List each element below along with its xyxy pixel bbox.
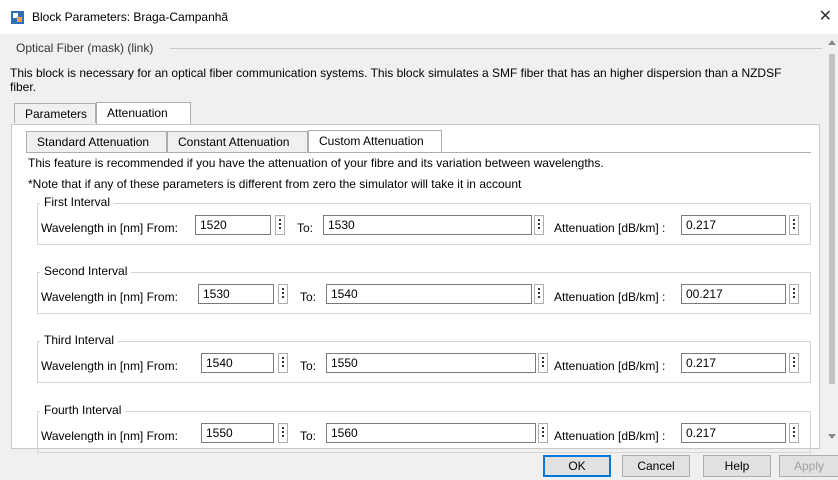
- from-label: Wavelength in [nm] From:: [41, 429, 178, 443]
- more-options-icon[interactable]: [278, 423, 288, 443]
- help-button[interactable]: Help: [703, 455, 771, 477]
- more-options-icon[interactable]: [789, 284, 799, 304]
- more-options-icon[interactable]: [789, 423, 799, 443]
- more-options-icon[interactable]: [789, 353, 799, 373]
- interval-title: First Interval: [40, 195, 115, 209]
- to-label: To:: [300, 359, 317, 373]
- attenuation-input[interactable]: 0.217: [681, 215, 786, 235]
- from-input[interactable]: 1520: [195, 215, 271, 235]
- to-label: To:: [300, 290, 317, 304]
- cancel-button[interactable]: Cancel: [622, 455, 690, 477]
- from-input[interactable]: 1530: [198, 284, 274, 304]
- from-input[interactable]: 1540: [201, 353, 274, 373]
- more-options-icon[interactable]: [278, 284, 288, 304]
- scroll-down-icon[interactable]: [828, 434, 836, 439]
- interval-title: Third Interval: [40, 333, 119, 347]
- more-options-icon[interactable]: [789, 215, 799, 235]
- mask-description: This block is necessary for an optical f…: [10, 66, 782, 94]
- interval-group-second: Second Interval Wavelength in [nm] From:…: [37, 264, 811, 314]
- tab-attenuation[interactable]: Attenuation: [96, 102, 191, 124]
- subtab-constant-attenuation[interactable]: Constant Attenuation: [167, 131, 308, 152]
- attenuation-label: Attenuation [dB/km] :: [554, 359, 666, 373]
- attenuation-label: Attenuation [dB/km] :: [554, 221, 666, 235]
- more-options-icon[interactable]: [534, 284, 544, 304]
- from-label: Wavelength in [nm] From:: [41, 221, 178, 235]
- to-input[interactable]: 1530: [323, 215, 532, 235]
- to-input[interactable]: 1560: [326, 423, 536, 443]
- close-icon[interactable]: ✕: [819, 6, 832, 26]
- attenuation-panel: Standard Attenuation Constant Attenuatio…: [11, 124, 820, 453]
- to-input[interactable]: 1550: [326, 353, 536, 373]
- from-label: Wavelength in [nm] From:: [41, 290, 178, 304]
- mask-title: Optical Fiber (mask) (link): [16, 41, 154, 55]
- interval-title: Fourth Interval: [40, 403, 126, 417]
- title-bar: Block Parameters: Braga-Campanhã ✕: [0, 0, 838, 34]
- ok-button[interactable]: OK: [543, 455, 611, 477]
- interval-group-first: First Interval Wavelength in [nm] From: …: [37, 195, 811, 245]
- from-label: Wavelength in [nm] From:: [41, 359, 178, 373]
- more-options-icon[interactable]: [538, 353, 548, 373]
- more-options-icon[interactable]: [275, 215, 285, 235]
- attenuation-label: Attenuation [dB/km] :: [554, 290, 666, 304]
- subtab-standard-attenuation[interactable]: Standard Attenuation: [26, 131, 167, 152]
- note-text: *Note that if any of these parameters is…: [28, 177, 522, 191]
- info-text: This feature is recommended if you have …: [28, 156, 604, 170]
- to-input[interactable]: 1540: [326, 284, 532, 304]
- interval-group-fourth: Fourth Interval Wavelength in [nm] From:…: [37, 403, 811, 453]
- custom-attenuation-panel: This feature is recommended if you have …: [26, 152, 811, 453]
- mask-divider: [170, 48, 822, 49]
- window-title: Block Parameters: Braga-Campanhã: [32, 10, 229, 24]
- vertical-scrollbar[interactable]: [826, 34, 838, 444]
- from-input[interactable]: 1550: [201, 423, 274, 443]
- tab-parameters[interactable]: Parameters: [14, 103, 96, 123]
- subtab-custom-attenuation[interactable]: Custom Attenuation: [308, 130, 442, 153]
- interval-group-third: Third Interval Wavelength in [nm] From: …: [37, 333, 811, 383]
- attenuation-input[interactable]: 0.217: [681, 353, 786, 373]
- attenuation-input[interactable]: 00.217: [681, 284, 786, 304]
- attenuation-input[interactable]: 0.217: [681, 423, 786, 443]
- to-label: To:: [300, 429, 317, 443]
- more-options-icon[interactable]: [278, 353, 288, 373]
- more-options-icon[interactable]: [538, 423, 548, 443]
- apply-button[interactable]: Apply: [779, 455, 838, 477]
- simulink-block-icon: [11, 11, 24, 24]
- scroll-up-icon[interactable]: [828, 40, 836, 45]
- attenuation-label: Attenuation [dB/km] :: [554, 429, 666, 443]
- scroll-thumb[interactable]: [829, 54, 835, 384]
- to-label: To:: [297, 221, 314, 235]
- interval-title: Second Interval: [40, 264, 132, 278]
- more-options-icon[interactable]: [534, 215, 544, 235]
